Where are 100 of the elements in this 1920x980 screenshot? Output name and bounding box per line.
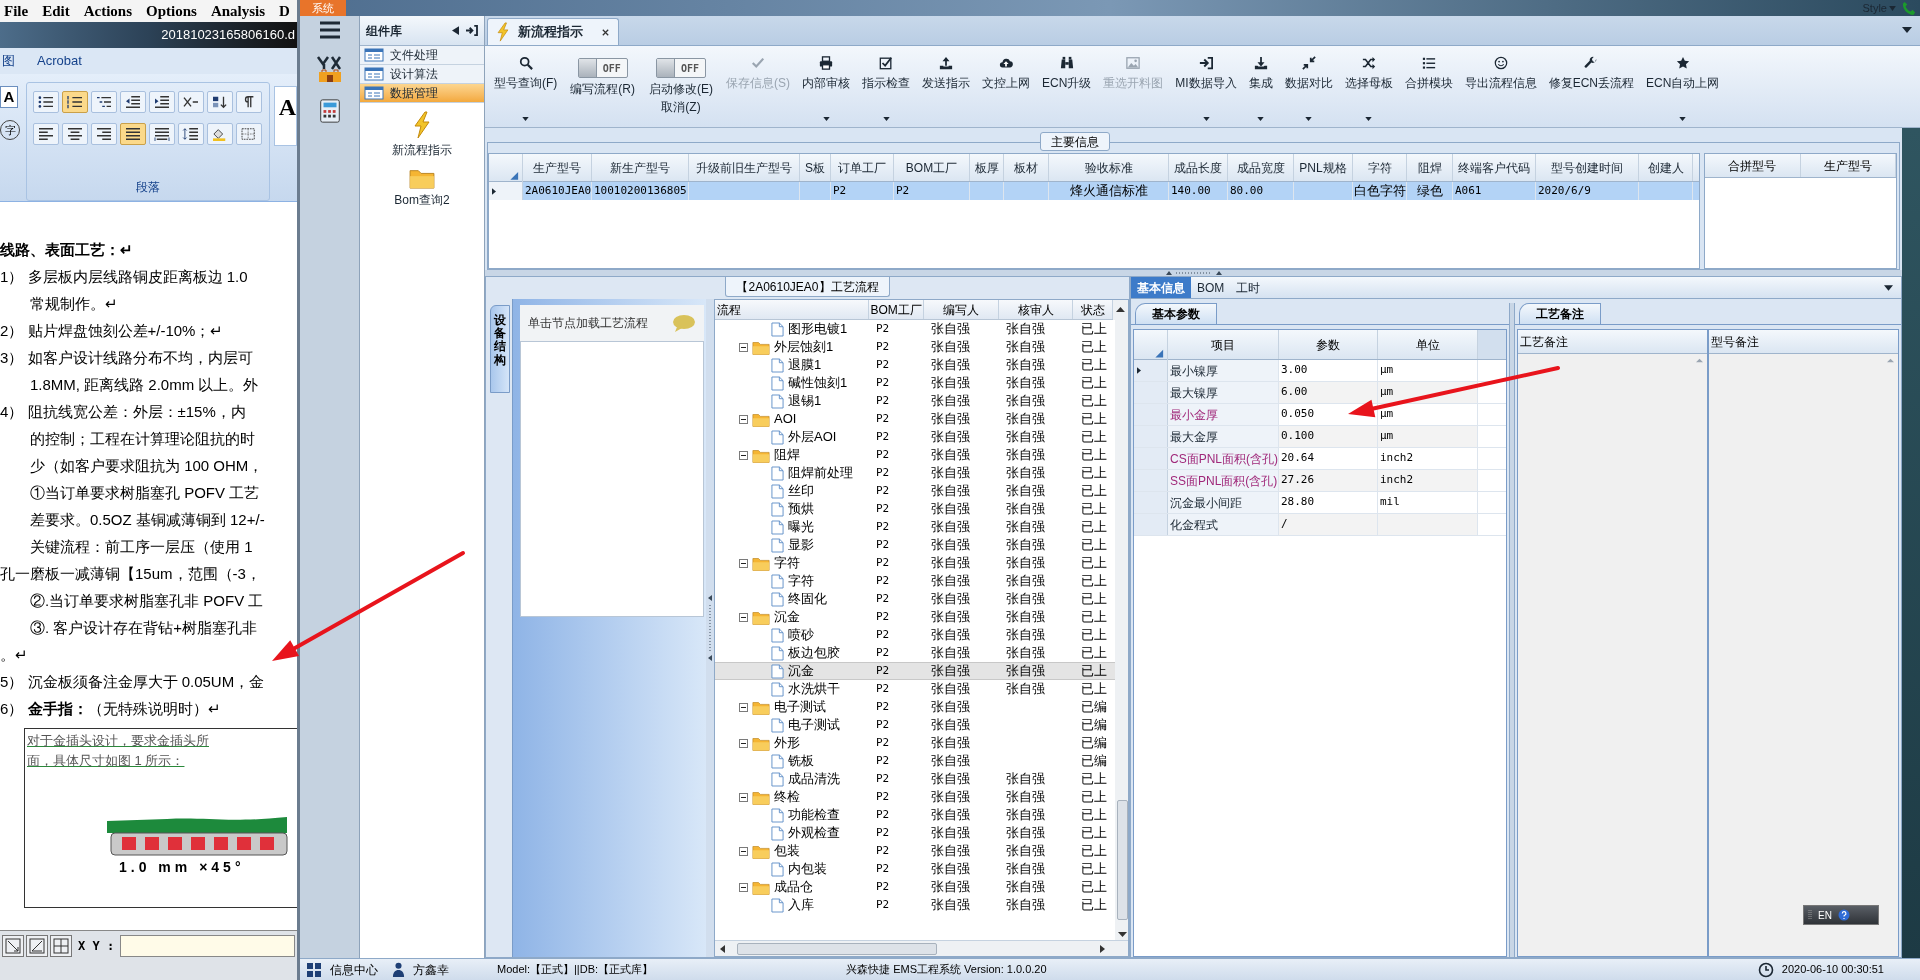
- tree-node-label[interactable]: 喷砂: [788, 625, 814, 645]
- sign-in-icon[interactable]: [465, 25, 478, 36]
- toolbar-button[interactable]: 数据对比: [1279, 46, 1338, 127]
- help-icon[interactable]: [1837, 909, 1850, 921]
- tree-node-label[interactable]: 图形电镀1: [788, 320, 848, 339]
- tree-row[interactable]: 外形 P2 张自强 已编: [715, 734, 1115, 752]
- tree-node-label[interactable]: 预烘: [788, 499, 814, 519]
- panel-tab[interactable]: 基本参数: [1135, 303, 1217, 324]
- tree-node-label[interactable]: 退锡1: [788, 391, 822, 411]
- dropdown-icon[interactable]: [1902, 27, 1912, 33]
- column-header[interactable]: 终端客户代码: [1453, 154, 1536, 181]
- table-row[interactable]: 2A0610JEA0 10010200136805 P2 P2 烽火通信标准 140.00 80.00 白色字符 绿色 A061 2020/6/9: [489, 182, 1699, 200]
- column-header[interactable]: 核审人: [998, 300, 1074, 319]
- tree-node-label[interactable]: 外形: [774, 733, 800, 753]
- column-header[interactable]: 升级前旧生产型号: [689, 154, 800, 181]
- tree-row[interactable]: 内包装 P2 张自强 张自强 已上: [715, 860, 1115, 878]
- menu-item[interactable]: Edit: [42, 0, 70, 22]
- column-header[interactable]: 项目: [1168, 330, 1279, 359]
- align-right-icon[interactable]: [91, 123, 118, 145]
- tree-row[interactable]: 入库 P2 张自强 张自强 已上: [715, 896, 1115, 914]
- tree-row[interactable]: 铣板 P2 张自强 已编: [715, 752, 1115, 770]
- table-row[interactable]: 最小金厚 0.050 μm: [1134, 404, 1506, 426]
- column-header[interactable]: 型号备注: [1709, 330, 1898, 354]
- tree-row[interactable]: 阻焊 P2 张自强 张自强 已上: [715, 446, 1115, 464]
- grid-icon[interactable]: [306, 961, 322, 978]
- outdent-icon[interactable]: [120, 91, 147, 113]
- column-header[interactable]: 板厚: [970, 154, 1004, 181]
- tree-node-label[interactable]: 电子测试: [774, 697, 826, 717]
- toolbar-button[interactable]: 型号查询(F): [489, 46, 563, 127]
- align-center-icon[interactable]: [62, 123, 89, 145]
- coordinates-field[interactable]: [120, 935, 295, 957]
- tree-node-label[interactable]: 终检: [774, 787, 800, 807]
- phone-icon[interactable]: [1902, 1, 1916, 15]
- grid-icon[interactable]: [50, 935, 72, 957]
- tab[interactable]: BOM: [1191, 277, 1231, 298]
- collapse-icon[interactable]: [739, 450, 748, 460]
- splitter-handle[interactable]: [707, 593, 713, 663]
- toolbar-button[interactable]: 内部审核: [797, 46, 855, 127]
- scrollbar-thumb[interactable]: [1117, 800, 1128, 920]
- text-direction-icon[interactable]: [178, 91, 205, 113]
- tree-node-label[interactable]: 丝印: [788, 481, 814, 501]
- column-header[interactable]: PNL规格: [1294, 154, 1353, 181]
- toggle-switch[interactable]: OFF: [577, 58, 628, 78]
- tree-node-label[interactable]: 字符: [774, 553, 800, 573]
- collapse-icon[interactable]: [452, 26, 459, 35]
- multilevel-list-icon[interactable]: [91, 91, 118, 113]
- tree-node-label[interactable]: 阻焊: [774, 445, 800, 465]
- tree-row[interactable]: 包装 P2 张自强 张自强 已上: [715, 842, 1115, 860]
- tree-row[interactable]: 沉金 P2 张自强 张自强 已上: [715, 608, 1115, 626]
- column-header[interactable]: 板材: [1004, 154, 1049, 181]
- tree-row[interactable]: 终检 P2 张自强 张自强 已上: [715, 788, 1115, 806]
- panel-tab[interactable]: 工艺备注: [1519, 303, 1601, 324]
- align-left-icon[interactable]: [33, 123, 60, 145]
- resize-icon[interactable]: [2, 935, 24, 957]
- tree-row[interactable]: 功能检查 P2 张自强 张自强 已上: [715, 806, 1115, 824]
- paragraph-mark-icon[interactable]: [236, 91, 263, 113]
- tree-row[interactable]: 板边包胶 P2 张自强 张自强 已上: [715, 644, 1115, 662]
- column-header[interactable]: 验收标准: [1049, 154, 1169, 181]
- collapse-icon[interactable]: [739, 882, 748, 892]
- column-header[interactable]: 创建人: [1639, 154, 1693, 181]
- collapse-icon[interactable]: [739, 414, 748, 424]
- column-header[interactable]: BOM工厂: [894, 154, 970, 181]
- column-header[interactable]: 新生产型号: [592, 154, 689, 181]
- tree-row[interactable]: 显影 P2 张自强 张自强 已上: [715, 536, 1115, 554]
- column-header[interactable]: 工艺备注: [1518, 330, 1707, 354]
- column-header[interactable]: 成品长度: [1169, 154, 1228, 181]
- tree-node-label[interactable]: 终固化: [788, 589, 827, 609]
- tree-node-label[interactable]: 板边包胶: [788, 643, 840, 663]
- tree-row[interactable]: 退锡1 P2 张自强 张自强 已上: [715, 392, 1115, 410]
- language-menu[interactable]: EN: [1803, 905, 1879, 925]
- tree-row[interactable]: 字符 P2 张自强 张自强 已上: [715, 554, 1115, 572]
- tree-node-label[interactable]: 包装: [774, 841, 800, 861]
- column-header[interactable]: 编写人: [924, 300, 999, 319]
- tree-row[interactable]: 外层AOI P2 张自强 张自强 已上: [715, 428, 1115, 446]
- grip-icon[interactable]: [1808, 909, 1812, 921]
- ribbon-tab[interactable]: Acrobat: [37, 51, 82, 71]
- tree-row[interactable]: 图形电镀1 P2 张自强 张自强 已上: [715, 320, 1115, 338]
- tree-row[interactable]: 终固化 P2 张自强 张自强 已上: [715, 590, 1115, 608]
- component-tool[interactable]: Bom查询2: [360, 167, 484, 209]
- tree-row[interactable]: 喷砂 P2 张自强 张自强 已上: [715, 626, 1115, 644]
- side-tab[interactable]: 设备结构: [490, 305, 510, 393]
- tree-row[interactable]: 外层蚀刻1 P2 张自强 张自强 已上: [715, 338, 1115, 356]
- tree-row[interactable]: 外观检查 P2 张自强 张自强 已上: [715, 824, 1115, 842]
- column-header[interactable]: 订单工厂: [831, 154, 894, 181]
- font-button[interactable]: A: [0, 86, 18, 108]
- tree-node-label[interactable]: 字符: [788, 571, 814, 591]
- justify-icon[interactable]: [120, 123, 147, 145]
- tree-node-label[interactable]: 入库: [788, 895, 814, 915]
- angle-icon[interactable]: [26, 935, 48, 957]
- collapse-icon[interactable]: [739, 846, 748, 856]
- toolbar-button[interactable]: 集成: [1243, 46, 1278, 127]
- toolbar-button[interactable]: 文控上网: [977, 46, 1035, 127]
- tree-row[interactable]: 成品清洗 P2 张自强 张自强 已上: [715, 770, 1115, 788]
- tree-node-label[interactable]: 碱性蚀刻1: [788, 373, 848, 393]
- toolbar-button[interactable]: 合拼模块: [1399, 46, 1458, 127]
- toolbar-button[interactable]: 指示检查: [857, 46, 915, 127]
- toolbar-button[interactable]: ECN自动上网: [1641, 46, 1725, 127]
- menu-item[interactable]: File: [4, 0, 29, 22]
- tree-node-label[interactable]: 成品清洗: [788, 769, 840, 789]
- dropdown-icon[interactable]: [1884, 284, 1893, 291]
